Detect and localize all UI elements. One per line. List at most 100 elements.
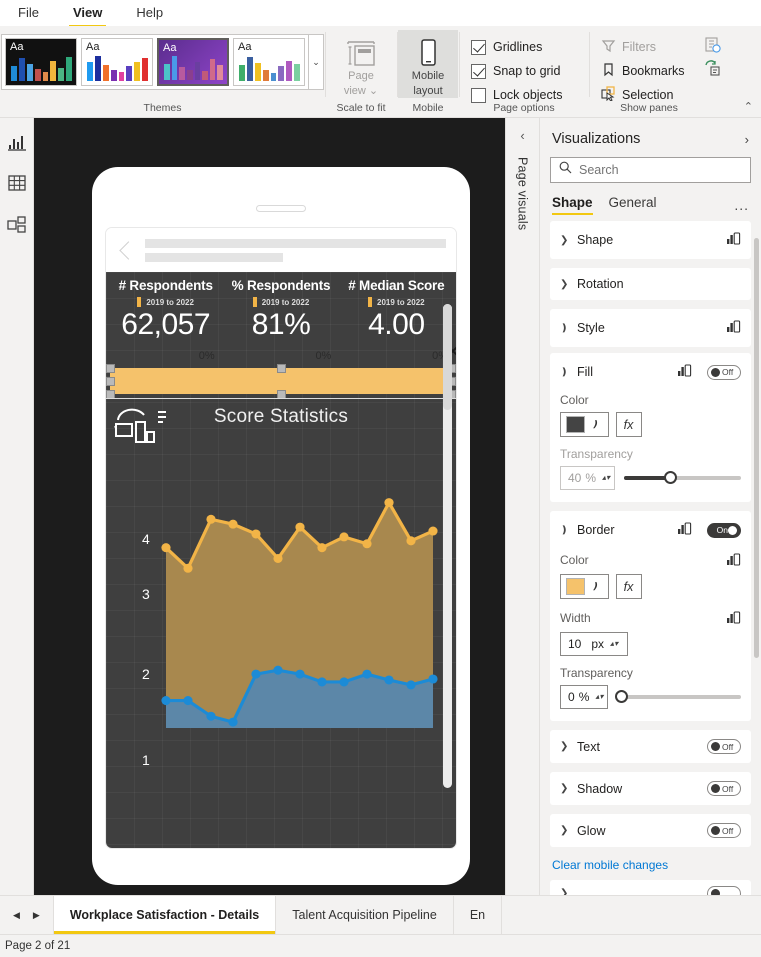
spinner-arrows-icon[interactable]: ▴▾ [610, 641, 618, 647]
fill-toggle[interactable]: Off [707, 365, 741, 380]
mobile-canvas[interactable]: # Respondents 2019 to 2022 62,057 % Resp… [34, 118, 505, 895]
section-glow[interactable]: ❯ Glow Off [550, 814, 751, 847]
ribbon-tab-file[interactable]: File [14, 0, 43, 26]
format-sections-scroll[interactable]: ❯ Shape ❯ Rotation ❫ [540, 215, 761, 895]
mobile-format-icon[interactable] [726, 318, 741, 338]
ribbon-tab-help[interactable]: Help [132, 0, 167, 26]
themes-more-button[interactable]: ⌄ [309, 34, 324, 90]
fill-color-picker[interactable]: ❫ [560, 412, 609, 437]
resize-handle[interactable] [277, 364, 286, 373]
pane-button-filters[interactable]: Filters [601, 35, 709, 59]
page-tab-truncated[interactable]: En [454, 896, 502, 934]
sync-icon[interactable] [704, 60, 721, 82]
resize-handle[interactable] [106, 364, 115, 373]
theme-swatch-green[interactable]: Aa [233, 38, 305, 86]
section-shadow[interactable]: ❯ Shadow Off [550, 772, 751, 805]
mobile-layout-button[interactable]: Mobile layout [398, 30, 458, 98]
border-width-input[interactable]: 10 px ▴▾ [560, 632, 628, 656]
kpi-value: 4.00 [339, 309, 454, 341]
section-rotation-header[interactable]: ❯ Rotation [550, 268, 751, 300]
next-section-header[interactable]: ❯ [550, 880, 751, 895]
section-next-partial[interactable]: ❯ [550, 880, 751, 895]
mobile-format-icon[interactable] [726, 551, 741, 569]
theme-swatch-purple[interactable]: Aa [157, 38, 229, 86]
border-transparency-input[interactable]: 0 % ▴▾ [560, 685, 608, 709]
data-view-icon[interactable] [4, 170, 30, 196]
chevron-down-icon[interactable]: ❫ [588, 581, 606, 592]
ribbon-tab-view[interactable]: View [69, 0, 106, 26]
theme-swatch-light[interactable]: Aa [81, 38, 153, 86]
page-visuals-pane-collapsed[interactable]: ‹ Page visuals [505, 118, 539, 895]
section-shape[interactable]: ❯ Shape [550, 221, 751, 259]
report-view-icon[interactable] [4, 128, 30, 154]
chevron-right-icon[interactable]: › [745, 132, 749, 147]
kpi-card[interactable]: # Median Score 2019 to 2022 4.00 [339, 278, 454, 346]
chevron-down-icon[interactable]: ❫ [588, 419, 606, 430]
section-shape-header[interactable]: ❯ Shape [550, 221, 751, 259]
text-toggle[interactable]: Off [707, 739, 741, 754]
pane-button-bookmarks[interactable]: Bookmarks [601, 59, 709, 83]
shadow-toggle[interactable]: Off [707, 781, 741, 796]
phone-screen[interactable]: # Respondents 2019 to 2022 62,057 % Resp… [105, 227, 457, 849]
mobile-format-icon[interactable] [726, 230, 741, 250]
sync-slicers-icon[interactable] [704, 37, 721, 59]
chevron-left-icon[interactable]: ‹ [520, 128, 524, 143]
section-rotation[interactable]: ❯ Rotation [550, 268, 751, 300]
checkbox-lock-objects-box[interactable] [471, 88, 486, 103]
score-statistics-chart[interactable]: Score Statistics [106, 398, 456, 728]
checkbox-gridlines-box[interactable] [471, 40, 486, 55]
fill-color-swatch[interactable] [566, 416, 585, 433]
slider-thumb[interactable] [664, 471, 677, 484]
overflow-menu-icon[interactable]: ... [734, 197, 749, 213]
checkbox-gridlines[interactable]: Gridlines [471, 35, 562, 59]
fill-transparency-input[interactable]: 40 % ▴▾ [560, 466, 615, 490]
border-color-swatch[interactable] [566, 578, 585, 595]
tab-general[interactable]: General [609, 195, 657, 215]
section-text[interactable]: ❯ Text Off [550, 730, 751, 763]
glow-toggle[interactable]: Off [707, 823, 741, 838]
checkbox-snap-to-grid[interactable]: Snap to grid [471, 59, 562, 83]
fill-conditional-formatting-button[interactable]: fx [616, 412, 642, 437]
fill-header[interactable]: ❫ Fill Off [550, 353, 751, 391]
glow-header[interactable]: ❯ Glow Off [550, 814, 751, 847]
canvas-scrollbar[interactable] [443, 304, 452, 788]
mobile-format-icon[interactable] [677, 520, 692, 540]
next-toggle[interactable] [707, 886, 741, 895]
section-style-header[interactable]: ❫ Style [550, 309, 751, 347]
border-color-picker[interactable]: ❫ [560, 574, 609, 599]
border-transparency-slider[interactable] [617, 695, 741, 699]
spinner-arrows-icon[interactable]: ▴▾ [602, 475, 610, 481]
spinner-arrows-icon[interactable]: ▴▾ [595, 694, 603, 700]
border-color-label: Color [560, 551, 741, 569]
page-tab-talent-acquisition-pipeline[interactable]: Talent Acquisition Pipeline [276, 896, 454, 934]
next-page-icon[interactable]: ▶ [33, 910, 40, 921]
section-style[interactable]: ❫ Style [550, 309, 751, 347]
tab-shape[interactable]: Shape [552, 195, 593, 215]
canvas-scrollbar-thumb[interactable] [443, 304, 452, 410]
ribbon-collapse-button[interactable]: ⌃ [744, 100, 753, 113]
resize-handle[interactable] [106, 377, 115, 386]
kpi-card[interactable]: # Respondents 2019 to 2022 62,057 [108, 278, 223, 346]
fill-transparency-slider[interactable] [624, 476, 741, 480]
mobile-format-icon[interactable] [677, 362, 692, 382]
checkbox-snap-to-grid-box[interactable] [471, 64, 486, 79]
model-view-icon[interactable] [4, 212, 30, 238]
theme-swatch-dark[interactable]: Aa [5, 38, 77, 86]
shadow-header[interactable]: ❯ Shadow Off [550, 772, 751, 805]
text-header[interactable]: ❯ Text Off [550, 730, 751, 763]
report-canvas[interactable]: # Respondents 2019 to 2022 62,057 % Resp… [106, 272, 456, 848]
slider-thumb[interactable] [615, 690, 628, 703]
page-tab-workplace-satisfaction-details[interactable]: Workplace Satisfaction - Details [53, 896, 276, 934]
mobile-format-icon[interactable] [726, 609, 741, 627]
border-toggle[interactable]: On [707, 523, 741, 538]
kpi-card[interactable]: % Respondents 2019 to 2022 81% [223, 278, 338, 346]
selected-shape[interactable]: ✕ [106, 368, 456, 394]
prev-page-icon[interactable]: ◀ [13, 910, 20, 921]
search-box[interactable] [550, 157, 751, 183]
page-view-button[interactable]: Page view ⌄ [331, 30, 391, 98]
search-input[interactable] [579, 163, 742, 177]
border-conditional-formatting-button[interactable]: fx [616, 574, 642, 599]
visualizations-scrollbar[interactable] [754, 238, 759, 658]
clear-mobile-changes-link[interactable]: Clear mobile changes [550, 856, 751, 880]
border-header[interactable]: ❫ Border On [550, 511, 751, 549]
